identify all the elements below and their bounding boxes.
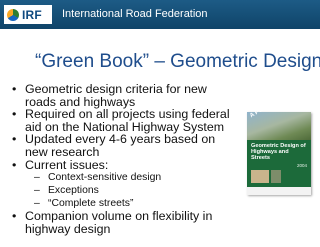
book-year: 2004 [296,163,307,168]
slide-title: “Green Book” – Geometric Design [35,51,320,72]
bullet-item: Geometric design criteria for new roads … [10,83,240,108]
book-inset-photo [251,170,269,183]
book-cover-photo: A POLICY ON [247,95,311,140]
bullet-item: Required on all projects using federal a… [10,108,240,133]
book-ribbon-text: A POLICY ON [249,94,286,120]
book-title: Geometric Design of Highways and Streets [251,143,309,162]
bullet-list: Geometric design criteria for new roads … [10,83,240,235]
globe-icon [7,8,19,21]
bullet-line: Required on all projects using federal [25,107,230,122]
logo-text: IRF [22,7,42,22]
bullet-line: Companion volume on flexibility in [25,209,213,224]
bullet-item: Current issues: [10,157,240,172]
bullet-item: Updated every 4-6 years based on new res… [10,133,240,158]
bullet-line: Geometric design criteria for new [25,82,207,96]
sub-bullet-item: Exceptions [10,184,240,197]
organization-name: International Road Federation [62,8,208,20]
book-inset-photo [271,170,281,183]
bullet-line: new research [25,144,100,159]
book-title-line: Highways and Streets [251,149,289,162]
irf-logo: IRF [4,5,52,24]
bullet-line: Current issues: [25,157,109,172]
sub-bullet-item: Context-sensitive design [10,171,240,184]
bullet-item: Companion volume on flexibility in highw… [10,210,240,235]
book-footer [247,187,311,195]
header-bar: IRF International Road Federation [0,0,320,29]
book-title-band: Geometric Design of Highways and Streets… [247,140,311,187]
bullet-line: highway design [25,221,111,236]
green-book-cover-image: A POLICY ON Geometric Design of Highways… [247,95,311,195]
